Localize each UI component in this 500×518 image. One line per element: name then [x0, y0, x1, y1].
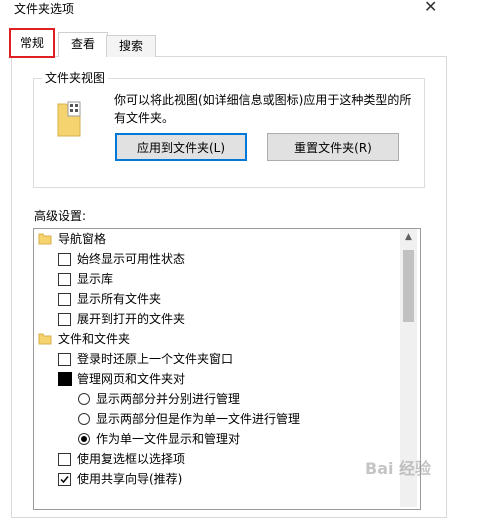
folder-views-description: 你可以将此视图(如详细信息或图标)应用于这种类型的所有文件夹。 [114, 93, 412, 125]
list-item-label: 文件和文件夹 [58, 332, 131, 346]
list-item[interactable]: 管理网页和文件夹对 [58, 369, 398, 389]
list-item-label: 使用复选框以选择项 [77, 452, 186, 466]
checkbox[interactable] [58, 453, 71, 466]
close-icon[interactable]: ✕ [424, 0, 437, 16]
list-item[interactable]: 显示两部分并分别进行管理 [78, 389, 398, 409]
list-item[interactable]: 显示两部分但是作为单一文件进行管理 [78, 409, 398, 429]
list-item-label: 显示两部分但是作为单一文件进行管理 [96, 412, 301, 426]
folder-icon [38, 333, 52, 345]
list-item-label: 始终显示可用性状态 [77, 252, 186, 266]
advanced-settings-label: 高级设置: [34, 209, 87, 223]
list-item-label: 展开到打开的文件夹 [77, 312, 186, 326]
checkbox-checked[interactable] [58, 473, 71, 486]
radio-button[interactable] [78, 393, 90, 405]
list-item[interactable]: 使用复选框以选择项 [58, 449, 398, 469]
scroll-up-icon[interactable]: ▲ [400, 229, 417, 246]
list-item-label: 显示两部分并分别进行管理 [96, 392, 241, 406]
list-item[interactable]: 文件和文件夹 [38, 329, 398, 349]
watermark: Bai 经验 [365, 459, 432, 478]
list-item-label: 登录时还原上一个文件夹窗口 [77, 352, 234, 366]
list-item[interactable]: 使用共享向导(推荐) [58, 469, 398, 489]
folder-views-title: 文件夹视图 [42, 69, 109, 86]
list-item[interactable]: 作为单一文件显示和管理对 [78, 429, 398, 449]
list-item[interactable]: 展开到打开的文件夹 [58, 309, 398, 329]
tab-general[interactable]: 常规 [9, 28, 55, 58]
title-bar: 文件夹选项 ✕ [0, 0, 500, 20]
folder-view-icon [57, 101, 81, 137]
tab-view[interactable]: 查看 [58, 32, 108, 57]
checkbox[interactable] [58, 273, 71, 286]
list-item-label: 显示库 [77, 272, 114, 286]
tab-search[interactable]: 搜索 [106, 35, 156, 57]
group-marker-icon [58, 372, 72, 386]
radio-button-selected[interactable] [78, 433, 90, 445]
checkbox[interactable] [58, 293, 71, 306]
apply-to-folders-button[interactable]: 应用到文件夹(L) [115, 133, 247, 161]
list-item-label: 作为单一文件显示和管理对 [96, 432, 241, 446]
folder-icon [38, 233, 52, 245]
checkbox[interactable] [58, 253, 71, 266]
window-title: 文件夹选项 [14, 2, 75, 16]
list-item[interactable]: 导航窗格 [38, 229, 398, 249]
list-item-label: 导航窗格 [58, 232, 107, 246]
scrollbar-thumb[interactable] [403, 250, 414, 322]
list-item[interactable]: 登录时还原上一个文件夹窗口 [58, 349, 398, 369]
reset-folders-button[interactable]: 重置文件夹(R) [267, 133, 399, 161]
list-item[interactable]: 显示库 [58, 269, 398, 289]
checkbox[interactable] [58, 353, 71, 366]
radio-button[interactable] [78, 413, 90, 425]
checkbox[interactable] [58, 313, 71, 326]
list-item[interactable]: 始终显示可用性状态 [58, 249, 398, 269]
list-item-label: 使用共享向导(推荐) [77, 472, 183, 486]
list-item-label: 管理网页和文件夹对 [77, 372, 186, 386]
advanced-settings-list[interactable]: 导航窗格 始终显示可用性状态 显示库 显示所有文件夹 展开到打开的文件夹 文件和… [33, 228, 421, 510]
list-item[interactable]: 显示所有文件夹 [58, 289, 398, 309]
list-item-label: 显示所有文件夹 [77, 292, 162, 306]
